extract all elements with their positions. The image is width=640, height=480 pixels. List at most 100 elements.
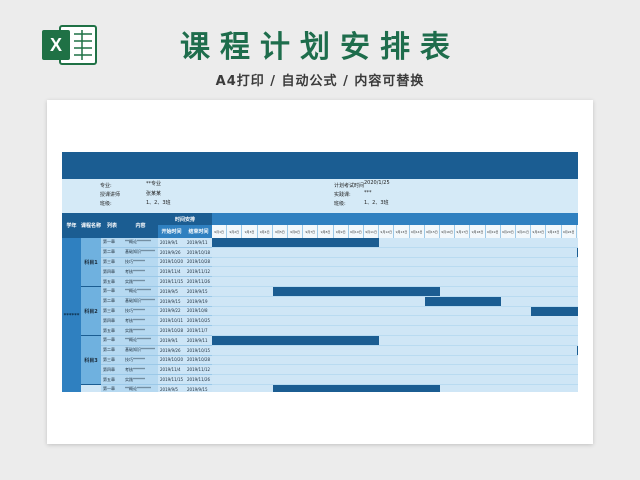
chapter-cell: 第二章 xyxy=(101,247,123,258)
day-header-cell: 9月5日 xyxy=(272,225,288,238)
timeline-row xyxy=(212,375,578,385)
gantt-bar xyxy=(531,307,578,316)
end-date-cell: 2019/9/15 xyxy=(185,385,212,392)
teacher-value: 张某某 xyxy=(146,191,162,197)
excel-icon: X xyxy=(42,25,97,65)
timeline-row xyxy=(212,257,578,268)
day-header-cell: 9月6日 xyxy=(288,225,304,238)
start-date-cell: 2019/11/15 xyxy=(158,277,185,287)
chapter-cell: 第三章 xyxy=(101,306,123,317)
start-date-cell: 2019/10/28 xyxy=(158,326,185,336)
timeline-row xyxy=(212,296,578,307)
timeline-row xyxy=(212,277,578,287)
start-date-cell: 2019/11/15 xyxy=(158,375,185,385)
plan-label: 计划考试时间 xyxy=(334,183,365,189)
end-date-cell: 2019/10/25 xyxy=(185,316,212,327)
logo-letter: X xyxy=(50,35,62,55)
content-cell: 实践****** xyxy=(123,326,158,336)
day-header-cell: 9月2日 xyxy=(227,225,243,238)
end-date-cell: 2019/10/15 xyxy=(185,345,212,356)
start-date-cell: 2019/10/11 xyxy=(158,316,185,327)
col-course: 课程名称 xyxy=(81,213,101,238)
start-date-cell: 2019/10/20 xyxy=(158,257,185,268)
end-date-cell: 2019/9/19 xyxy=(185,296,212,307)
start-date-cell: 2019/11/4 xyxy=(158,365,185,376)
content-cell: **概论******* xyxy=(123,238,158,248)
end-date-cell: 2019/9/15 xyxy=(185,287,212,297)
day-header-cell: 9月9日 xyxy=(333,225,349,238)
day-header-cell: 9月22日 xyxy=(531,225,547,238)
gantt-bar xyxy=(424,297,501,307)
course-schedule-table: 专业: **专业 授课讲师 张某某 班级: 1、2、3班 计划考试时间 2020… xyxy=(62,152,578,392)
class2-value: 1、2、3班 xyxy=(364,200,389,206)
content-cell: 基础知识******* xyxy=(123,247,158,258)
end-date-cell: 2019/9/11 xyxy=(185,336,212,346)
start-date-cell: 2019/9/1 xyxy=(158,336,185,346)
semester-cell: ****** xyxy=(62,238,81,392)
course-group-cell: 科目2 xyxy=(81,287,101,336)
end-date-cell: 2019/11/12 xyxy=(185,365,212,376)
timeline-row xyxy=(212,247,578,258)
chapter-cell: 第三章 xyxy=(101,257,123,268)
chapter-cell: 第二章 xyxy=(101,345,123,356)
start-date-cell: 2019/9/26 xyxy=(158,345,185,356)
content-cell: 基础知识******* xyxy=(123,296,158,307)
day-header-cell: 9月24日 xyxy=(561,225,577,238)
page-title: 课程计划安排表 xyxy=(180,30,460,65)
content-cell: 考核****** xyxy=(123,267,158,278)
start-date-cell: 2019/9/1 xyxy=(158,238,185,248)
gantt-bar xyxy=(576,248,578,258)
content-cell: 技巧****** xyxy=(123,257,158,268)
content-cell: **概论******* xyxy=(123,385,158,392)
chapter-cell: 第五章 xyxy=(101,277,123,287)
end-date-cell: 2019/10/28 xyxy=(185,355,212,366)
day-header-cell: 9月18日 xyxy=(470,225,486,238)
gantt-bar xyxy=(576,346,578,356)
end-date-cell: 2019/11/26 xyxy=(185,375,212,385)
class-value: 1、2、3班 xyxy=(146,200,171,206)
content-cell: 实践****** xyxy=(123,277,158,287)
chapter-cell: 第四章 xyxy=(101,365,123,376)
day-header-cell: 9月13日 xyxy=(394,225,410,238)
chapter-cell: 第二章 xyxy=(101,296,123,307)
gantt-bar xyxy=(272,287,440,297)
major-label: 专业: xyxy=(100,183,112,189)
col-chapter: 列表 xyxy=(101,213,123,238)
col-start: 开始时间 xyxy=(158,225,185,238)
day-header-cell: 9月14日 xyxy=(409,225,425,238)
start-date-cell: 2019/9/26 xyxy=(158,247,185,258)
start-date-cell: 2019/11/4 xyxy=(158,267,185,278)
chapter-cell: 第一章 xyxy=(101,336,123,346)
content-cell: **概论******* xyxy=(123,336,158,346)
day-header-cell: 9月8日 xyxy=(318,225,334,238)
chapter-cell: 第四章 xyxy=(101,267,123,278)
start-date-cell: 2019/9/5 xyxy=(158,287,185,297)
end-date-cell: 2019/9/11 xyxy=(185,238,212,248)
start-date-cell: 2019/9/5 xyxy=(158,385,185,392)
timeline-row xyxy=(212,345,578,356)
content-cell: 技巧****** xyxy=(123,306,158,317)
info-panel: 专业: **专业 授课讲师 张某某 班级: 1、2、3班 计划考试时间 2020… xyxy=(62,179,578,213)
timeline-row xyxy=(212,306,578,317)
start-date-cell: 2019/10/20 xyxy=(158,355,185,366)
end-date-cell: 2019/10/8 xyxy=(185,306,212,317)
chapter-cell: 第五章 xyxy=(101,326,123,336)
day-header-cell: 9月20日 xyxy=(500,225,516,238)
day-header-cell: 9月23日 xyxy=(546,225,562,238)
content-cell: 考核****** xyxy=(123,365,158,376)
chapter-cell: 第一章 xyxy=(101,287,123,297)
end-date-cell: 2019/10/18 xyxy=(185,247,212,258)
course-group-cell: 科目3 xyxy=(81,336,101,385)
day-header-cell: 9月1日 xyxy=(212,225,228,238)
day-header-cell: 9月12日 xyxy=(379,225,395,238)
col-semester: 学年 xyxy=(62,213,81,238)
content-cell: 技巧****** xyxy=(123,355,158,366)
day-header-cell: 9月15日 xyxy=(424,225,440,238)
hours-label: 实践课: xyxy=(334,192,351,198)
day-header-cell: 9月21日 xyxy=(516,225,532,238)
chapter-cell: 第四章 xyxy=(101,316,123,327)
end-date-cell: 2019/11/7 xyxy=(185,326,212,336)
timeline-row xyxy=(212,267,578,278)
chapter-cell: 第一章 xyxy=(101,385,123,392)
course-group-cell: 科目1 xyxy=(81,238,101,287)
